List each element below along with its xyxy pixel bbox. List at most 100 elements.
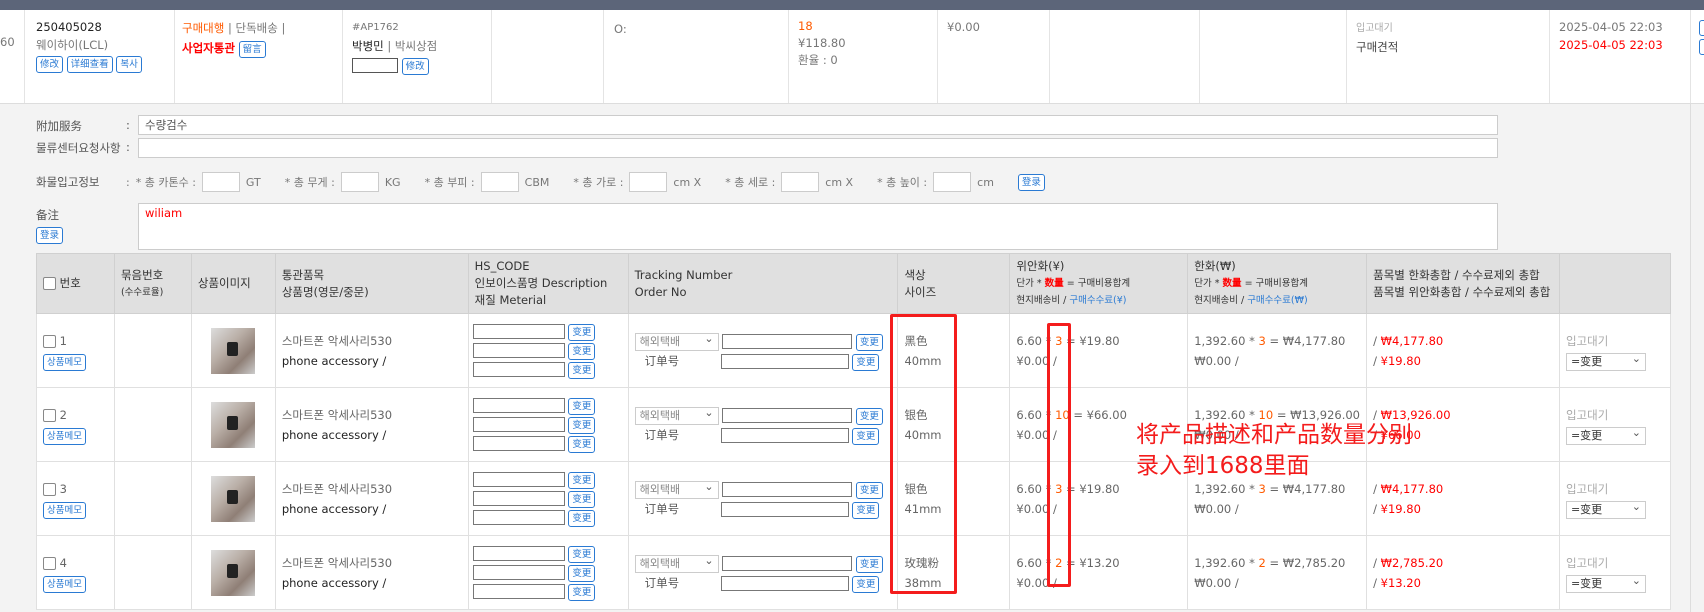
- change-button[interactable]: 变更: [852, 353, 880, 371]
- change-button[interactable]: 变更: [852, 427, 880, 445]
- note-register-button[interactable]: 登录: [36, 227, 64, 244]
- status-select[interactable]: =变更: [1565, 499, 1646, 519]
- change-button[interactable]: 变更: [855, 407, 883, 425]
- sum-krw: ₩2,785.20: [1380, 555, 1444, 570]
- action-button-2[interactable]: [1699, 39, 1704, 55]
- status-select[interactable]: =变更: [1565, 573, 1646, 593]
- cargo-register-button[interactable]: 登录: [1017, 173, 1045, 191]
- carrier-select[interactable]: 해외택배: [634, 553, 719, 573]
- status-quote: 구매견적: [1356, 40, 1399, 54]
- row-checkbox[interactable]: [43, 334, 56, 348]
- order-no-input[interactable]: [720, 353, 849, 369]
- hs-input[interactable]: [472, 398, 565, 413]
- change-button[interactable]: 变更: [568, 417, 596, 434]
- hs-input[interactable]: [472, 343, 565, 358]
- formula-total: = 구매비용합계: [1244, 278, 1308, 289]
- hs-input[interactable]: [472, 546, 565, 561]
- product-image[interactable]: [211, 327, 256, 374]
- table-row: 1 상품메모 스마트폰 악세사리530 phone accessory / 变更 变…: [36, 313, 1672, 388]
- status-select[interactable]: =变更: [1565, 425, 1646, 445]
- height-input[interactable]: [933, 172, 972, 192]
- quantity: 18: [798, 19, 813, 33]
- change-button[interactable]: 变更: [568, 436, 596, 453]
- center-request-input[interactable]: [138, 138, 1498, 158]
- cartons-input[interactable]: [201, 172, 240, 192]
- row-status: 입고대기: [1565, 407, 1609, 422]
- tracking-input[interactable]: [722, 333, 853, 349]
- hs-input[interactable]: [472, 362, 565, 377]
- change-button[interactable]: 变更: [568, 398, 596, 415]
- product-memo-button[interactable]: 상품메모: [43, 501, 86, 519]
- product-image[interactable]: [211, 475, 256, 522]
- hs-input[interactable]: [472, 324, 565, 339]
- service-input[interactable]: 수량검수: [138, 115, 1498, 135]
- order-no-input[interactable]: [720, 427, 849, 443]
- tracking-input[interactable]: [722, 481, 853, 497]
- detail-button[interactable]: 详细查看: [66, 56, 113, 73]
- shipper: 웨이하이(LCL): [36, 38, 109, 52]
- change-button[interactable]: 变更: [568, 491, 596, 508]
- note-textarea[interactable]: wiliam: [138, 203, 1498, 250]
- change-button[interactable]: 变更: [568, 565, 596, 582]
- change-button[interactable]: 变更: [855, 333, 883, 351]
- memo-button[interactable]: 留言: [238, 41, 266, 58]
- depth-input[interactable]: [781, 172, 820, 192]
- product-memo-button[interactable]: 상품메모: [43, 353, 86, 371]
- customer-input[interactable]: [352, 58, 398, 73]
- cm-unit: cm X: [825, 175, 854, 189]
- edit-customer-button[interactable]: 修改: [401, 58, 429, 75]
- hs-input[interactable]: [472, 510, 565, 525]
- fee: ¥0.00: [947, 20, 980, 34]
- hs-input[interactable]: [472, 472, 565, 487]
- action-button[interactable]: [1699, 20, 1704, 36]
- carrier-select[interactable]: 해외택배: [634, 405, 719, 425]
- hs-input[interactable]: [472, 436, 565, 451]
- product-memo-button[interactable]: 상품메모: [43, 575, 86, 593]
- hs-input[interactable]: [472, 417, 565, 432]
- change-button[interactable]: 变更: [855, 555, 883, 573]
- product-image[interactable]: [211, 549, 256, 596]
- change-button[interactable]: 变更: [568, 343, 596, 360]
- copy-button[interactable]: 복사: [116, 56, 142, 73]
- change-button[interactable]: 变更: [568, 546, 596, 563]
- edit-button[interactable]: 修改: [36, 56, 64, 73]
- select-all-checkbox[interactable]: [43, 277, 56, 290]
- shop-name: | 박씨상점: [383, 39, 438, 53]
- change-button[interactable]: 变更: [568, 584, 596, 601]
- carrier-select[interactable]: 해외택배: [634, 331, 719, 351]
- row-checkbox[interactable]: [43, 408, 56, 422]
- order-no-label: 订单号: [644, 427, 680, 442]
- volume-input[interactable]: [480, 172, 519, 192]
- tracking-input[interactable]: [722, 407, 853, 423]
- change-button[interactable]: 变更: [852, 575, 880, 593]
- change-button[interactable]: 变更: [852, 501, 880, 519]
- order-no-input[interactable]: [720, 575, 849, 591]
- row-checkbox[interactable]: [43, 556, 56, 570]
- items-table: 번호 묶음번호 (수수료율) 상품이미지 통관품목 상품명(영문/중문) HS_CO…: [36, 253, 1672, 610]
- product-image[interactable]: [211, 401, 256, 448]
- product-memo-button[interactable]: 상품메모: [43, 427, 86, 445]
- depth-label: * 총 세로 :: [725, 176, 776, 189]
- order-no-label: 订单号: [644, 353, 680, 368]
- status-select[interactable]: =变更: [1565, 351, 1646, 371]
- tracking-input[interactable]: [722, 555, 853, 571]
- row-status: 입고대기: [1565, 555, 1609, 570]
- carrier-select[interactable]: 해외택배: [634, 479, 719, 499]
- change-button[interactable]: 变更: [855, 481, 883, 499]
- header-total-cny: 품목별 위안화총합 / 수수료제외 총합: [1373, 284, 1551, 299]
- hs-input[interactable]: [472, 584, 565, 599]
- height-label: * 총 높이 :: [877, 176, 928, 189]
- weight-input[interactable]: [340, 172, 379, 192]
- annotation-box-quantity: [1047, 323, 1071, 587]
- bundle-cell: [113, 461, 192, 536]
- change-button[interactable]: 变更: [568, 324, 596, 341]
- order-no-input[interactable]: [720, 501, 849, 517]
- row-checkbox[interactable]: [43, 482, 56, 496]
- product-name-en: phone accessory /: [281, 353, 387, 368]
- hs-input[interactable]: [472, 491, 565, 506]
- change-button[interactable]: 变更: [568, 510, 596, 527]
- change-button[interactable]: 变更: [568, 472, 596, 489]
- width-input[interactable]: [629, 172, 668, 192]
- change-button[interactable]: 变更: [568, 362, 596, 379]
- hs-input[interactable]: [472, 565, 565, 580]
